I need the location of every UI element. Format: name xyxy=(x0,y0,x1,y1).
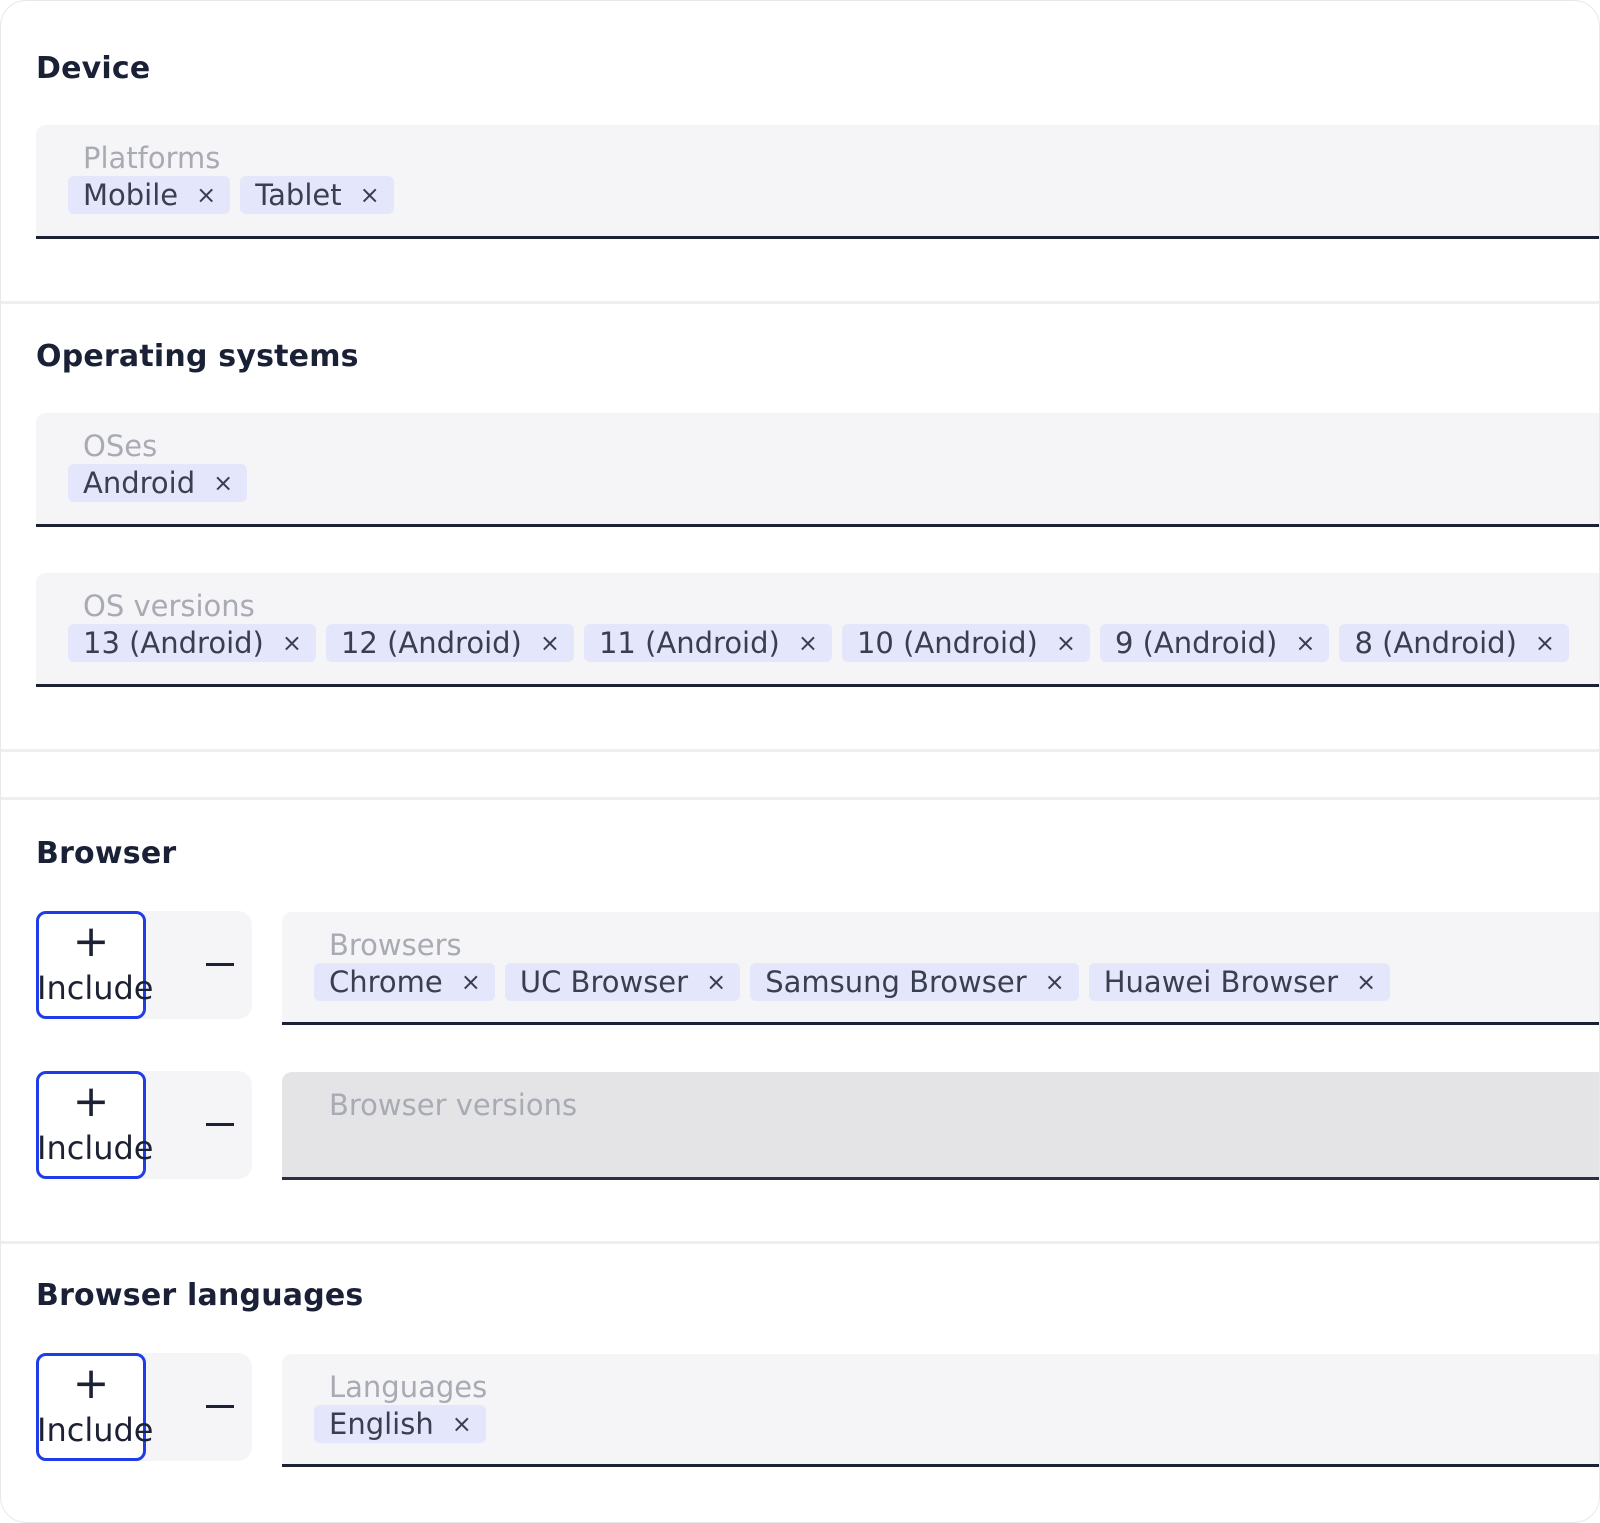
chip-label: 13 (Android) xyxy=(83,626,264,660)
section-title-operating-systems: Operating systems xyxy=(36,339,359,374)
chip: Mobile × xyxy=(68,176,231,214)
remove-chip-icon[interactable]: × xyxy=(196,181,216,209)
chip: 10 (Android) × xyxy=(841,624,1090,662)
chip: UC Browser × xyxy=(504,963,741,1001)
plus-icon: + xyxy=(72,1076,110,1127)
chip-label: Mobile xyxy=(83,178,179,212)
remove-chip-icon[interactable]: × xyxy=(1056,629,1076,657)
browser-versions-include-exclude-toggle: + Include xyxy=(36,1071,252,1179)
exclude-button[interactable] xyxy=(162,1353,242,1461)
os-versions-field[interactable]: OS versions 13 (Android) × 12 (Android) × 11… xyxy=(36,573,1599,687)
browser-versions-label: Browser versions xyxy=(329,1088,578,1122)
remove-chip-icon[interactable]: × xyxy=(540,629,560,657)
section-title-browser-languages: Browser languages xyxy=(36,1278,364,1313)
chip-label: 10 (Android) xyxy=(856,626,1038,660)
remove-chip-icon[interactable]: × xyxy=(1535,629,1555,657)
remove-chip-icon[interactable]: × xyxy=(213,469,233,497)
remove-chip-icon[interactable]: × xyxy=(452,1410,472,1438)
remove-chip-icon[interactable]: × xyxy=(706,968,726,996)
chip-label: Android xyxy=(83,466,196,500)
languages-chips: English × xyxy=(314,1405,486,1443)
oses-label: OSes xyxy=(83,429,158,463)
include-button[interactable]: + Include xyxy=(36,1353,153,1461)
divider xyxy=(1,797,1599,800)
include-label: Include xyxy=(37,1129,154,1167)
remove-chip-icon[interactable]: × xyxy=(282,629,302,657)
divider xyxy=(1,301,1599,304)
chip: 13 (Android) × xyxy=(68,624,316,662)
minus-icon xyxy=(206,963,234,966)
platforms-field[interactable]: Platforms Mobile × Tablet × xyxy=(36,125,1599,239)
chip: 8 (Android) × xyxy=(1339,624,1569,662)
browsers-include-exclude-toggle: + Include xyxy=(36,911,252,1019)
chip-label: 9 (Android) xyxy=(1114,626,1278,660)
remove-chip-icon[interactable]: × xyxy=(360,181,380,209)
os-versions-chips: 13 (Android) × 12 (Android) × 11 (Android) × 1… xyxy=(68,624,1569,662)
remove-chip-icon[interactable]: × xyxy=(1045,968,1065,996)
section-title-device: Device xyxy=(36,51,151,86)
chip-label: Huawei Browser xyxy=(1103,965,1339,999)
remove-chip-icon[interactable]: × xyxy=(798,629,818,657)
browsers-label: Browsers xyxy=(329,928,462,962)
divider xyxy=(1,749,1599,752)
chip-label: Samsung Browser xyxy=(765,965,1027,999)
minus-icon xyxy=(206,1123,234,1126)
plus-icon: + xyxy=(72,916,110,967)
remove-chip-icon[interactable]: × xyxy=(461,968,481,996)
chip-label: UC Browser xyxy=(519,965,689,999)
section-title-browser: Browser xyxy=(36,836,177,871)
platforms-label: Platforms xyxy=(83,141,221,175)
minus-icon xyxy=(206,1405,234,1408)
chip: English × xyxy=(314,1405,486,1443)
languages-field[interactable]: Languages English × xyxy=(282,1354,1599,1467)
platforms-chips: Mobile × Tablet × xyxy=(68,176,394,214)
include-label: Include xyxy=(37,969,154,1007)
chip: Chrome × xyxy=(314,963,495,1001)
oses-field[interactable]: OSes Android × xyxy=(36,413,1599,527)
chip: Huawei Browser × xyxy=(1088,963,1391,1001)
os-versions-label: OS versions xyxy=(83,589,255,623)
include-button[interactable]: + Include xyxy=(36,911,153,1019)
include-label: Include xyxy=(37,1411,154,1449)
browsers-chips: Chrome × UC Browser × Samsung Browser × Huawei… xyxy=(314,963,1391,1001)
chip-label: 8 (Android) xyxy=(1354,626,1517,660)
chip: 12 (Android) × xyxy=(325,624,574,662)
chip-label: Chrome xyxy=(329,965,443,999)
chip: 11 (Android) × xyxy=(583,624,832,662)
chip-label: Tablet xyxy=(255,178,342,212)
divider xyxy=(1,1241,1599,1244)
include-button[interactable]: + Include xyxy=(36,1071,153,1179)
chip: Samsung Browser × xyxy=(750,963,1079,1001)
chip: Android × xyxy=(68,464,248,502)
chip-label: 11 (Android) xyxy=(598,626,780,660)
exclude-button[interactable] xyxy=(162,1071,242,1179)
chip-label: 12 (Android) xyxy=(340,626,522,660)
targeting-card: Device Platforms Mobile × Tablet × Operatin… xyxy=(0,0,1600,1523)
chip: 9 (Android) × xyxy=(1099,624,1330,662)
languages-include-exclude-toggle: + Include xyxy=(36,1353,252,1461)
chip-label: English xyxy=(329,1407,434,1441)
remove-chip-icon[interactable]: × xyxy=(1356,968,1376,996)
exclude-button[interactable] xyxy=(162,911,242,1019)
chip: Tablet × xyxy=(240,176,394,214)
plus-icon: + xyxy=(72,1358,110,1409)
remove-chip-icon[interactable]: × xyxy=(1295,629,1315,657)
languages-label: Languages xyxy=(329,1370,488,1404)
browser-versions-field: Browser versions xyxy=(282,1072,1599,1180)
browsers-field[interactable]: Browsers Chrome × UC Browser × Samsung Brows… xyxy=(282,912,1599,1025)
oses-chips: Android × xyxy=(68,464,248,502)
